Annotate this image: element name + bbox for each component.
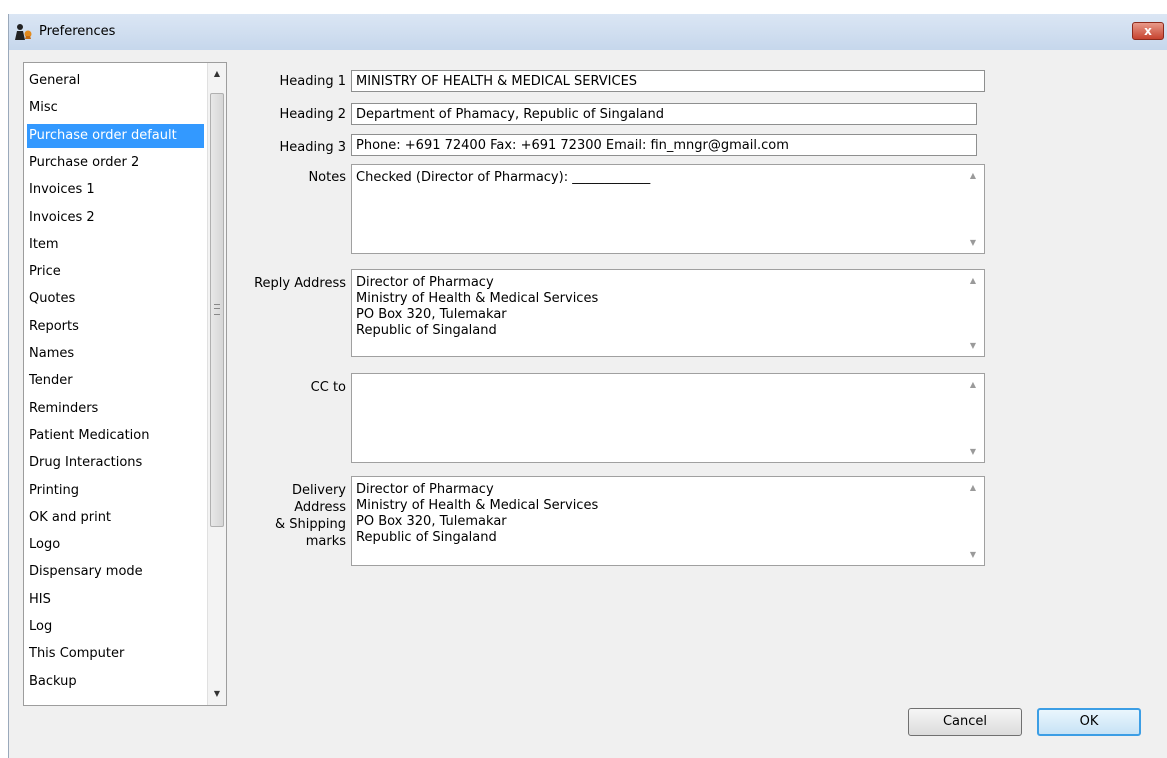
reply-address-textarea[interactable]: Director of Pharmacy Ministry of Health … bbox=[351, 269, 985, 357]
close-button[interactable]: x bbox=[1132, 22, 1164, 40]
notes-text: Checked (Director of Pharmacy): ________… bbox=[356, 170, 651, 185]
sidebar-item[interactable]: Invoices 2 bbox=[27, 206, 204, 230]
sidebar-item[interactable]: Purchase order default bbox=[27, 123, 204, 148]
delivery-label-line: marks bbox=[305, 534, 346, 549]
delivery-address-textarea[interactable]: Director of Pharmacy Ministry of Health … bbox=[351, 476, 985, 566]
delivery-address-text: Director of Pharmacy Ministry of Health … bbox=[356, 482, 599, 545]
scroll-down-icon[interactable]: ▼ bbox=[962, 238, 984, 247]
scroll-up-arrow-icon[interactable]: ▲ bbox=[208, 65, 226, 83]
list-scrollbar[interactable]: ▲ ▼ bbox=[207, 63, 226, 705]
cc-to-label: CC to bbox=[310, 380, 346, 395]
ok-button[interactable]: OK bbox=[1037, 708, 1141, 736]
reply-address-scrollbar[interactable]: ▲ ▼ bbox=[962, 270, 984, 356]
scroll-down-icon[interactable]: ▼ bbox=[962, 447, 984, 456]
sidebar-item[interactable]: General bbox=[27, 69, 204, 93]
window-title: Preferences bbox=[39, 24, 116, 39]
heading1-field[interactable]: MINISTRY OF HEALTH & MEDICAL SERVICES bbox=[351, 70, 985, 92]
delivery-label-line: Address bbox=[294, 500, 346, 515]
sidebar-item[interactable]: HIS bbox=[27, 588, 204, 612]
delivery-label-line: Delivery bbox=[292, 483, 346, 498]
preferences-dialog: Preferences x General Misc Purchase order … bbox=[8, 14, 1167, 758]
sidebar-item[interactable]: Misc bbox=[27, 96, 204, 120]
app-icon bbox=[15, 24, 32, 40]
notes-label: Notes bbox=[308, 170, 346, 185]
grip-icon bbox=[214, 304, 220, 315]
delivery-address-label: Delivery Address & Shipping marks bbox=[275, 482, 346, 550]
sidebar-item[interactable]: Price bbox=[27, 260, 204, 284]
heading2-field[interactable]: Department of Phamacy, Republic of Singa… bbox=[351, 103, 977, 125]
scroll-up-icon[interactable]: ▲ bbox=[962, 276, 984, 285]
preferences-category-list[interactable]: General Misc Purchase order default Purchas… bbox=[23, 62, 227, 706]
sidebar-item[interactable]: Log bbox=[27, 615, 204, 639]
heading3-label: Heading 3 bbox=[279, 140, 347, 155]
scrollbar-thumb[interactable] bbox=[210, 93, 224, 527]
scroll-up-icon[interactable]: ▲ bbox=[962, 483, 984, 492]
sidebar-item[interactable]: Patient Medication bbox=[27, 424, 204, 448]
notes-scrollbar[interactable]: ▲ ▼ bbox=[962, 165, 984, 253]
sidebar-item[interactable]: Reminders bbox=[27, 397, 204, 421]
sidebar-item[interactable]: Purchase order 2 bbox=[27, 151, 204, 175]
sidebar-item[interactable]: Printing bbox=[27, 479, 204, 503]
scroll-up-icon[interactable]: ▲ bbox=[962, 171, 984, 180]
reply-address-text: Director of Pharmacy Ministry of Health … bbox=[356, 275, 599, 338]
scroll-down-icon[interactable]: ▼ bbox=[962, 550, 984, 559]
scroll-down-arrow-icon[interactable]: ▼ bbox=[208, 685, 226, 703]
sidebar-item[interactable]: Item bbox=[27, 233, 204, 257]
close-icon: x bbox=[1144, 24, 1152, 38]
reply-address-label: Reply Address bbox=[254, 276, 346, 291]
cc-to-scrollbar[interactable]: ▲ ▼ bbox=[962, 374, 984, 462]
sidebar-item[interactable]: Backup bbox=[27, 670, 204, 694]
heading2-label: Heading 2 bbox=[279, 107, 347, 122]
title-bar[interactable]: Preferences x bbox=[9, 14, 1167, 50]
sidebar-item[interactable]: Tender bbox=[27, 369, 204, 393]
scroll-up-icon[interactable]: ▲ bbox=[962, 380, 984, 389]
sidebar-item[interactable]: Drug Interactions bbox=[27, 451, 204, 475]
scroll-down-icon[interactable]: ▼ bbox=[962, 341, 984, 350]
sidebar-item[interactable]: Dispensary mode bbox=[27, 560, 204, 584]
sidebar-item[interactable]: Reports bbox=[27, 315, 204, 339]
sidebar-item[interactable]: Quotes bbox=[27, 287, 204, 311]
sidebar-item[interactable]: OK and print bbox=[27, 506, 204, 530]
delivery-label-line: & Shipping bbox=[275, 517, 346, 532]
cancel-button[interactable]: Cancel bbox=[908, 708, 1022, 736]
notes-textarea[interactable]: Checked (Director of Pharmacy): ________… bbox=[351, 164, 985, 254]
sidebar-item[interactable]: This Computer bbox=[27, 642, 204, 666]
sidebar-item[interactable]: Invoices 1 bbox=[27, 178, 204, 202]
sidebar-item[interactable]: Names bbox=[27, 342, 204, 366]
cc-to-textarea[interactable]: ▲ ▼ bbox=[351, 373, 985, 463]
heading3-field[interactable]: Phone: +691 72400 Fax: +691 72300 Email:… bbox=[351, 134, 977, 156]
heading1-label: Heading 1 bbox=[279, 74, 347, 89]
sidebar-item[interactable]: Logo bbox=[27, 533, 204, 557]
delivery-address-scrollbar[interactable]: ▲ ▼ bbox=[962, 477, 984, 565]
